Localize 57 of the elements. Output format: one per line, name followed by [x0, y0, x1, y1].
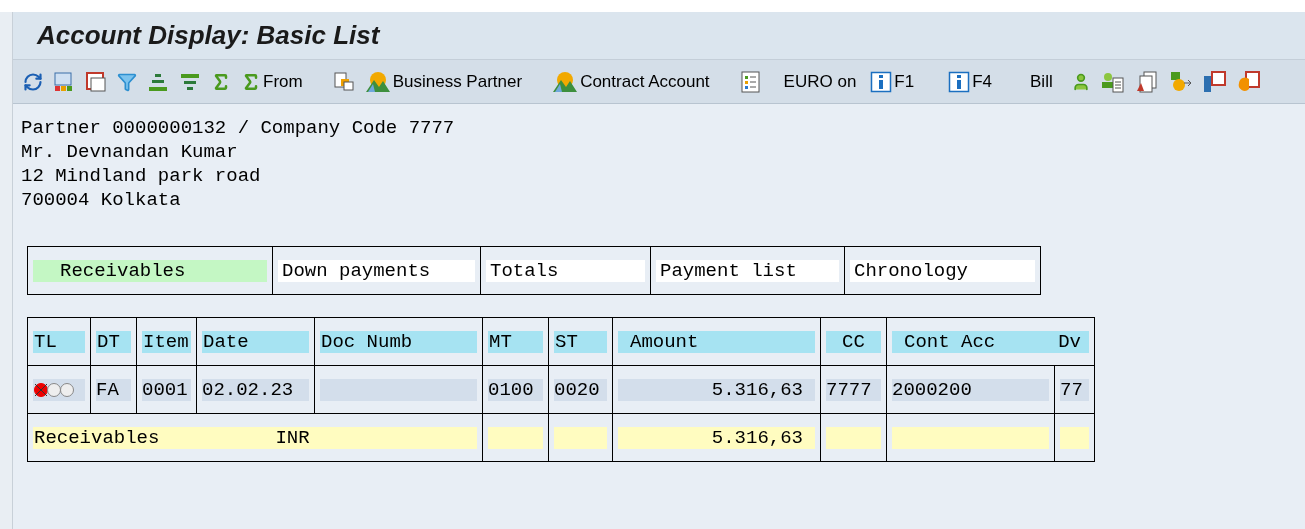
tab[interactable]: Down payments	[278, 259, 475, 282]
tab[interactable]: Payment list	[656, 259, 839, 282]
address-line: 12 Mindland park road	[21, 164, 261, 188]
table-cell: 7777	[826, 378, 881, 401]
table-cell: 02.02.23	[202, 378, 309, 401]
table-cell: 0100	[488, 378, 543, 401]
total-field	[1060, 426, 1089, 449]
column-header: Date	[202, 330, 309, 353]
checklist-icon	[739, 70, 762, 93]
filter-icon	[117, 71, 137, 92]
total-field	[826, 426, 881, 449]
window-title: Account Display: Basic List	[37, 19, 380, 52]
transfer-icon	[1168, 70, 1193, 93]
column-header: Dv	[1058, 330, 1081, 353]
total-amount: 5.316,63	[618, 426, 815, 449]
toolbar-button[interactable]: Bill	[1028, 67, 1055, 96]
table-cell: 0001	[142, 378, 191, 401]
grid-icon	[53, 70, 75, 93]
copy-icon	[332, 70, 355, 93]
table-cell: 5.316,63	[618, 378, 815, 401]
toolbar-button[interactable]: Contract Account	[550, 67, 712, 96]
tab[interactable]: Totals	[486, 259, 645, 282]
currency-label: INR	[275, 426, 310, 449]
table-cell: 2000200	[892, 378, 1049, 401]
tab[interactable]: Receivables	[33, 259, 267, 282]
refresh-icon	[23, 71, 43, 92]
table-cell: 0020	[554, 378, 607, 401]
mountain-sun-icon	[364, 70, 391, 93]
toolbar-button[interactable]: EURO on	[781, 67, 859, 96]
tab[interactable]: Chronology	[850, 259, 1035, 282]
column-header: Cont Acc	[904, 330, 996, 353]
toolbar-button[interactable]: F4	[946, 67, 995, 96]
column-header: DT	[96, 330, 131, 353]
column-header: Amount	[618, 330, 815, 353]
column-header: TL	[33, 330, 85, 353]
info-icon	[948, 70, 971, 93]
toolbar-button[interactable]: From	[239, 67, 305, 96]
traffic-light-icon	[33, 381, 77, 398]
column-header: Item	[142, 330, 191, 353]
person-document-icon	[1100, 70, 1125, 93]
table-cell: FA	[96, 378, 131, 401]
address-line: 700004 Kolkata	[21, 188, 181, 212]
column-header: Doc Numb	[320, 330, 477, 353]
table-cell: 77	[1060, 378, 1089, 401]
info-icon	[870, 70, 893, 93]
total-field	[554, 426, 607, 449]
total-field	[488, 426, 543, 449]
address-line: Mr. Devnandan Kumar	[21, 140, 238, 164]
toolbar-button[interactable]: F1	[868, 67, 917, 96]
address-line: Partner 0000000132 / Company Code 7777	[21, 116, 455, 140]
documents-icon	[1134, 70, 1159, 93]
column-header: MT	[488, 330, 543, 353]
column-header: ST	[554, 330, 607, 353]
mountain-sun-icon	[552, 70, 579, 93]
toolbar-button[interactable]: Business Partner	[362, 67, 525, 96]
column-header: CC	[826, 330, 881, 353]
total-label: Receivables	[33, 426, 160, 449]
